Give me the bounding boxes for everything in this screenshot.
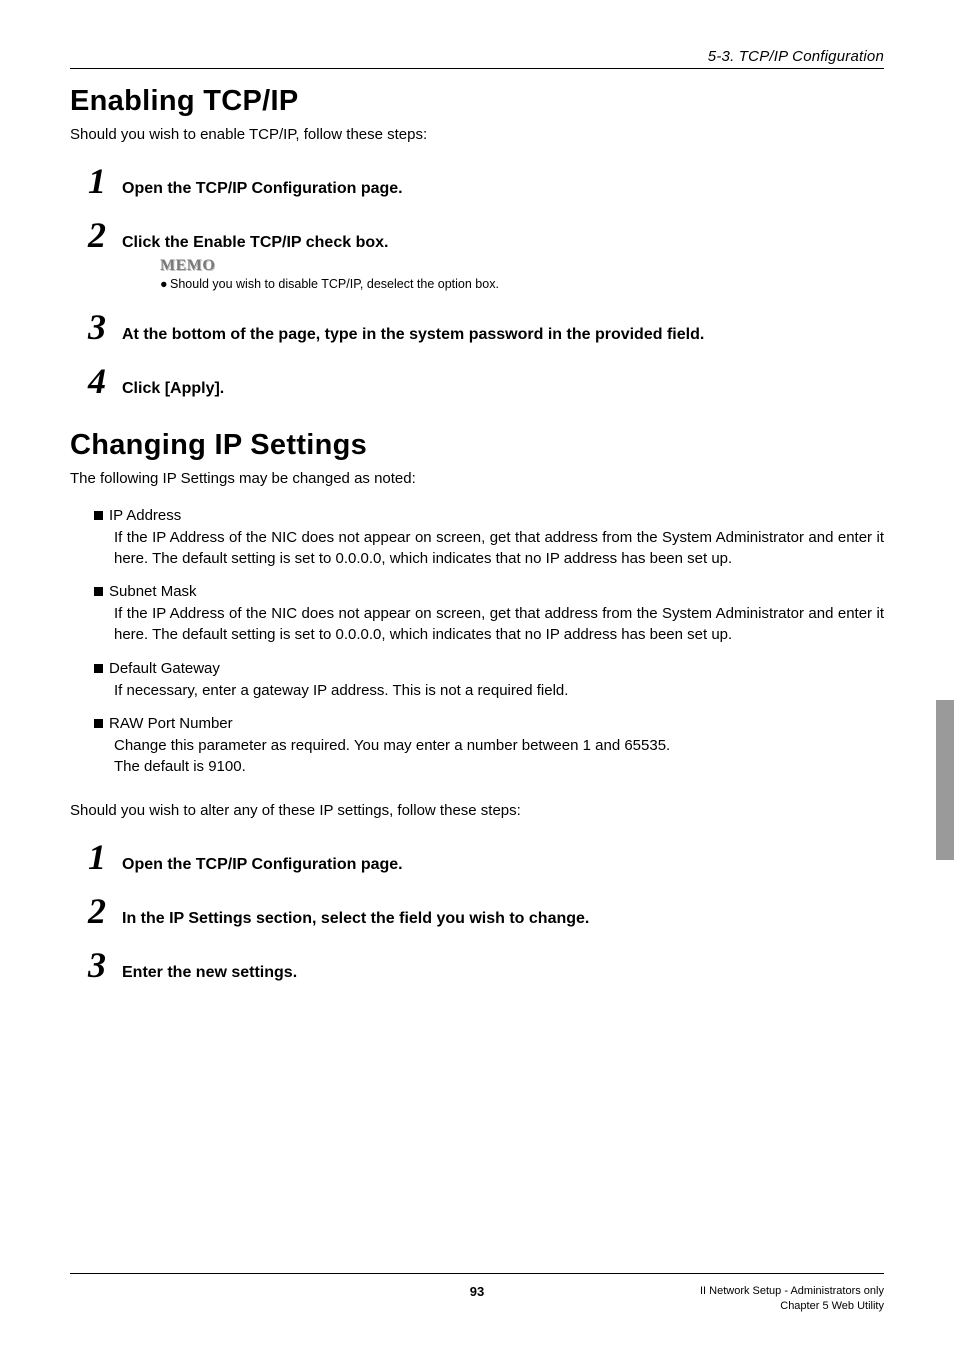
running-head: 5-3. TCP/IP Configuration [70, 48, 884, 65]
step-text: In the IP Settings section, select the f… [122, 904, 589, 928]
bullet-dot-icon: ● [160, 277, 170, 291]
step-number: 4 [88, 363, 122, 399]
step-row: 3 Enter the new settings. [88, 947, 884, 983]
section-title-enabling: Enabling TCP/IP [70, 85, 884, 118]
bullet-head: Subnet Mask [94, 583, 884, 600]
step-row: 2 In the IP Settings section, select the… [88, 893, 884, 929]
step-text: Enter the new settings. [122, 958, 297, 982]
step-row: 1 Open the TCP/IP Configuration page. [88, 839, 884, 875]
footer-right: II Network Setup - Administrators only C… [613, 1284, 884, 1314]
footer-right-line1: II Network Setup - Administrators only [613, 1284, 884, 1299]
square-bullet-icon [94, 719, 103, 728]
step-number: 2 [88, 217, 122, 253]
footer: 93 II Network Setup - Administrators onl… [70, 1273, 884, 1314]
section2-after: Should you wish to alter any of these IP… [70, 802, 884, 819]
bullet-head: RAW Port Number [94, 715, 884, 732]
bullet-body-2: The default is 9100. [114, 757, 884, 778]
section1-intro: Should you wish to enable TCP/IP, follow… [70, 126, 884, 143]
bullet-body: Change this parameter as required. You m… [114, 736, 884, 757]
step-text: At the bottom of the page, type in the s… [122, 320, 704, 344]
side-thumb-tab [936, 700, 954, 860]
step-row: 1 Open the TCP/IP Configuration page. [88, 163, 884, 199]
memo-line: ●Should you wish to disable TCP/IP, dese… [160, 277, 884, 291]
page: 5-3. TCP/IP Configuration Enabling TCP/I… [0, 0, 954, 1348]
footer-inner: 93 II Network Setup - Administrators onl… [70, 1284, 884, 1314]
section2-intro: The following IP Settings may be changed… [70, 470, 884, 487]
page-number: 93 [341, 1284, 612, 1299]
bullet-list: IP Address If the IP Address of the NIC … [94, 507, 884, 778]
square-bullet-icon [94, 664, 103, 673]
step-number: 3 [88, 309, 122, 345]
step-row: 2 Click the Enable TCP/IP check box. [88, 217, 884, 253]
step-text: Click [Apply]. [122, 374, 224, 398]
bullet-title: IP Address [109, 507, 181, 524]
bullet-title: Default Gateway [109, 660, 220, 677]
step-row: 4 Click [Apply]. [88, 363, 884, 399]
bullet-body: If necessary, enter a gateway IP address… [114, 681, 884, 702]
step-number: 2 [88, 893, 122, 929]
step-text: Click the Enable TCP/IP check box. [122, 228, 388, 252]
memo-label: MEMO [160, 257, 884, 275]
header-rule: 5-3. TCP/IP Configuration [70, 48, 884, 69]
step-row: 3 At the bottom of the page, type in the… [88, 309, 884, 345]
footer-right-line2: Chapter 5 Web Utility [613, 1299, 884, 1314]
step-text: Open the TCP/IP Configuration page. [122, 174, 403, 198]
section-title-changing: Changing IP Settings [70, 429, 884, 462]
step-number: 3 [88, 947, 122, 983]
memo-text: Should you wish to disable TCP/IP, desel… [170, 277, 499, 291]
step-number: 1 [88, 163, 122, 199]
square-bullet-icon [94, 511, 103, 520]
step-text: Open the TCP/IP Configuration page. [122, 850, 403, 874]
bullet-body: If the IP Address of the NIC does not ap… [114, 528, 884, 569]
memo-block: MEMO ●Should you wish to disable TCP/IP,… [160, 257, 884, 291]
bullet-head: IP Address [94, 507, 884, 524]
bullet-body: If the IP Address of the NIC does not ap… [114, 604, 884, 645]
bullet-title: RAW Port Number [109, 715, 233, 732]
square-bullet-icon [94, 587, 103, 596]
bullet-head: Default Gateway [94, 660, 884, 677]
bullet-title: Subnet Mask [109, 583, 197, 600]
step-number: 1 [88, 839, 122, 875]
